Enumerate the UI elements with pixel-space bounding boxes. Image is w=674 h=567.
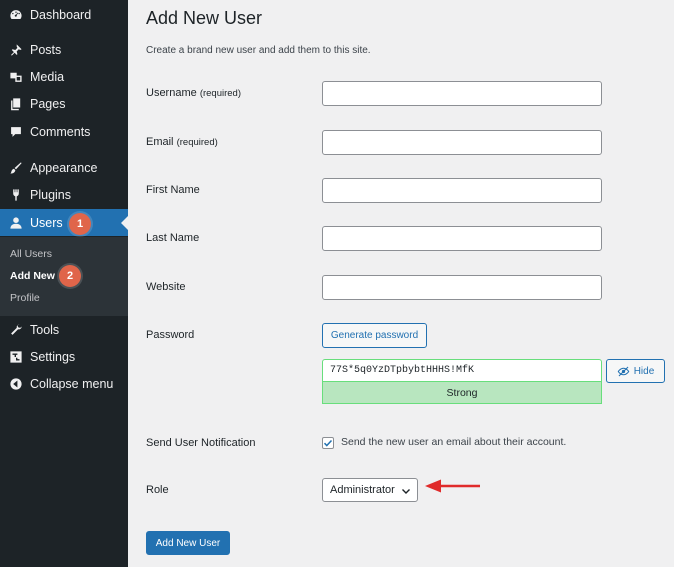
media-icon	[8, 69, 23, 84]
sidebar-item-label: Posts	[30, 42, 62, 57]
sidebar-item-label: Tools	[30, 322, 60, 337]
chevron-down-icon	[402, 489, 410, 494]
page-description: Create a brand new user and add them to …	[146, 45, 371, 56]
last-name-input[interactable]	[322, 226, 602, 251]
add-new-user-button[interactable]: Add New User	[146, 531, 230, 555]
brush-icon	[8, 160, 23, 175]
page-title: Add New User	[146, 8, 263, 28]
wrench-icon	[8, 322, 23, 337]
sidebar-item-tools[interactable]: Tools	[0, 316, 128, 343]
step-badge-1: 1	[69, 213, 91, 235]
send-notification-checkbox[interactable]	[322, 437, 334, 449]
collapse-icon	[8, 376, 23, 391]
sidebar-item-plugins[interactable]: Plugins	[0, 181, 128, 208]
role-selected-value: Administrator	[330, 484, 395, 496]
sidebar-item-label: Plugins	[30, 187, 71, 202]
sidebar-item-appearance[interactable]: Appearance	[0, 154, 128, 181]
sidebar-item-label: Comments	[30, 124, 91, 139]
submenu-item-profile[interactable]: Profile	[10, 292, 40, 304]
admin-sidebar: Dashboard Posts Media Pages Comments App…	[0, 0, 128, 567]
password-input[interactable]: 77S*5q0YzDTpbybtHHHS!MfK	[322, 359, 602, 382]
sidebar-item-label: Dashboard	[30, 7, 92, 22]
website-label: Website	[146, 281, 186, 293]
dashboard-icon	[8, 7, 23, 22]
sidebar-item-collapse-menu[interactable]: Collapse menu	[0, 370, 128, 397]
eye-slash-icon	[617, 366, 630, 376]
sidebar-item-label: Settings	[30, 349, 76, 364]
required-note: (required)	[199, 88, 241, 99]
sidebar-item-media[interactable]: Media	[0, 63, 128, 90]
plugin-icon	[8, 187, 23, 202]
settings-icon	[8, 349, 23, 364]
send-notification-label: Send User Notification	[146, 437, 256, 449]
role-select[interactable]: Administrator	[322, 478, 418, 502]
hide-password-button[interactable]: Hide	[606, 359, 665, 383]
sidebar-item-label: Users	[30, 215, 63, 230]
hide-label: Hide	[633, 365, 655, 377]
password-strength-meter: Strong	[322, 382, 602, 404]
username-input[interactable]	[322, 81, 602, 106]
main-content: Add New User Create a brand new user and…	[128, 0, 674, 567]
sidebar-item-comments[interactable]: Comments	[0, 118, 128, 145]
checkmark-icon	[323, 439, 333, 447]
email-label: Email (required)	[146, 136, 218, 148]
pin-icon	[8, 42, 23, 57]
submenu-item-add-new[interactable]: Add New	[10, 270, 55, 282]
website-input[interactable]	[322, 275, 602, 300]
role-label: Role	[146, 484, 169, 496]
comment-icon	[8, 124, 23, 139]
sidebar-item-label: Collapse menu	[30, 376, 114, 391]
sidebar-item-settings[interactable]: Settings	[0, 343, 128, 370]
send-notification-text: Send the new user an email about their a…	[341, 436, 567, 448]
sidebar-item-dashboard[interactable]: Dashboard	[0, 1, 128, 28]
password-label: Password	[146, 329, 195, 341]
sidebar-item-label: Pages	[30, 96, 66, 111]
annotation-arrow-icon	[425, 479, 480, 493]
last-name-label: Last Name	[146, 232, 200, 244]
sidebar-item-pages[interactable]: Pages	[0, 90, 128, 117]
sidebar-item-users[interactable]: Users	[0, 209, 128, 236]
email-input[interactable]	[322, 130, 602, 155]
sidebar-item-label: Media	[30, 69, 65, 84]
required-note: (required)	[176, 137, 218, 148]
first-name-input[interactable]	[322, 178, 602, 203]
username-label: Username (required)	[146, 87, 241, 99]
sidebar-item-posts[interactable]: Posts	[0, 36, 128, 63]
generate-password-button[interactable]: Generate password	[322, 323, 427, 348]
user-icon	[8, 215, 23, 230]
sidebar-item-label: Appearance	[30, 160, 98, 175]
pages-icon	[8, 96, 23, 111]
submenu-item-all-users[interactable]: All Users	[10, 248, 52, 260]
first-name-label: First Name	[146, 184, 200, 196]
step-badge-2: 2	[59, 265, 81, 287]
